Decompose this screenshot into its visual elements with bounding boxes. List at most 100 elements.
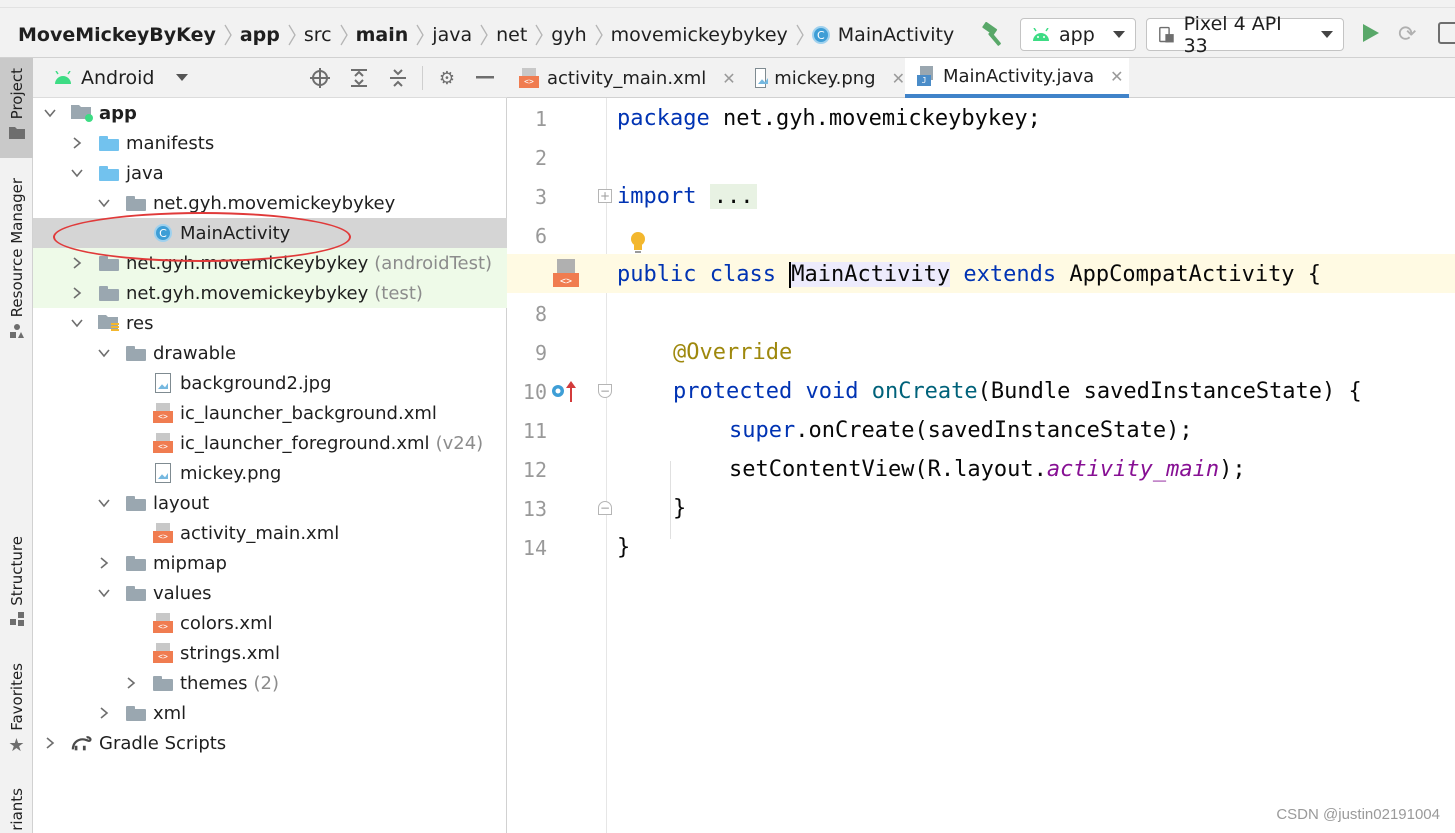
locate-file-icon[interactable] — [308, 66, 332, 90]
toolbar-overflow-icon[interactable] — [1438, 22, 1455, 44]
project-tool-button[interactable]: Project — [0, 58, 33, 158]
tree-item[interactable]: <> ic_launcher_background.xml — [33, 398, 507, 428]
expand-all-icon[interactable] — [347, 66, 371, 90]
chevron-down-icon[interactable] — [70, 166, 84, 180]
tree-item[interactable]: <> colors.xml — [33, 608, 507, 638]
tree-item[interactable]: app — [33, 98, 507, 128]
project-view-label: Android — [81, 66, 155, 89]
chevron-right-icon — [472, 23, 496, 47]
chevron-right-icon[interactable] — [124, 676, 138, 690]
run-configuration-select[interactable]: app — [1020, 18, 1136, 51]
close-icon[interactable]: ✕ — [722, 69, 735, 88]
breadcrumb-item[interactable]: gyh — [551, 24, 586, 46]
tree-item-label: values — [153, 582, 212, 604]
xml-file-icon: <> — [153, 523, 173, 543]
collapse-all-icon[interactable] — [386, 66, 410, 90]
breadcrumb-item[interactable]: MoveMickeyByKey — [18, 24, 216, 46]
tree-item[interactable]: drawable — [33, 338, 507, 368]
editor-tab[interactable]: J MainActivity.java ✕ — [905, 58, 1129, 98]
chevron-right-icon[interactable] — [70, 136, 84, 150]
breadcrumb-item[interactable]: src — [304, 24, 332, 46]
package-folder-icon — [126, 345, 146, 361]
chevron-right-icon[interactable] — [43, 736, 57, 750]
project-view-select[interactable]: Android — [53, 66, 189, 89]
package-folder-icon — [153, 675, 173, 691]
tree-item[interactable]: xml — [33, 698, 507, 728]
structure-tool-button[interactable]: Structure — [0, 536, 33, 636]
image-file-icon — [755, 68, 767, 88]
gear-icon[interactable]: ⚙ — [435, 66, 459, 90]
code-line-13: } — [673, 496, 687, 521]
structure-icon — [9, 611, 24, 626]
package-folder-icon — [126, 555, 146, 571]
editor-tab[interactable]: <> activity_main.xml ✕ — [507, 58, 743, 98]
breadcrumb-item[interactable]: app — [240, 24, 280, 46]
chevron-down-icon[interactable] — [97, 346, 111, 360]
close-icon[interactable]: ✕ — [1110, 67, 1123, 86]
layout-file-icon[interactable]: <> — [551, 259, 581, 289]
close-icon[interactable]: ✕ — [892, 69, 905, 88]
chevron-down-icon[interactable] — [97, 196, 111, 210]
chevron-down-icon[interactable] — [97, 586, 111, 600]
code-area[interactable]: package net.gyh.movemickeybykey; import … — [607, 98, 1455, 833]
tree-item[interactable]: <> activity_main.xml — [33, 518, 507, 548]
device-icon — [1159, 26, 1174, 42]
breadcrumb-item[interactable]: net — [496, 24, 527, 46]
favorites-label: Favorites — [7, 663, 26, 731]
breadcrumb-item[interactable]: movemickeybykey — [611, 24, 788, 46]
tree-item[interactable]: net.gyh.movemickeybykey — [33, 188, 507, 218]
favorites-tool-button[interactable]: Favorites ★ — [0, 663, 33, 763]
tree-item-label: res — [126, 312, 154, 334]
play-icon[interactable] — [1363, 24, 1379, 42]
project-tool-label: Project — [7, 68, 26, 120]
project-panel: Android ⚙ app manifests java net.gyh.movemi… — [33, 58, 507, 833]
image-file-icon — [155, 463, 171, 483]
chevron-right-icon[interactable] — [97, 556, 111, 570]
code-line-14: } — [617, 535, 631, 560]
chevron-right-icon — [280, 23, 304, 47]
toolbar-divider — [422, 66, 423, 90]
tree-item[interactable]: values — [33, 578, 507, 608]
breadcrumb-item[interactable]: java — [432, 24, 472, 46]
breadcrumb-item[interactable]: main — [356, 24, 409, 46]
chevron-down-icon[interactable] — [97, 496, 111, 510]
apply-changes-icon[interactable]: ⟳ — [1398, 22, 1416, 47]
build-variants-tool-button[interactable]: riants — [0, 788, 33, 833]
tree-item[interactable]: java — [33, 158, 507, 188]
tree-item[interactable]: <> ic_launcher_foreground.xml (v24) — [33, 428, 507, 458]
tree-item[interactable]: themes (2) — [33, 668, 507, 698]
tree-item[interactable]: net.gyh.movemickeybykey (test) — [33, 278, 507, 308]
android-icon — [1033, 27, 1049, 41]
chevron-right-icon[interactable] — [70, 256, 84, 270]
tree-item-label: layout — [153, 492, 210, 514]
device-select[interactable]: Pixel 4 API 33 — [1146, 13, 1344, 57]
tree-item[interactable]: layout — [33, 488, 507, 518]
chevron-down-icon[interactable] — [43, 106, 57, 120]
tree-item[interactable]: res — [33, 308, 507, 338]
tree-item[interactable]: mickey.png — [33, 458, 507, 488]
folded-imports[interactable]: ... — [709, 184, 758, 209]
tree-item[interactable]: mipmap — [33, 548, 507, 578]
menu-strip — [0, 0, 1455, 8]
tree-item[interactable]: <> strings.xml — [33, 638, 507, 668]
chevron-right-icon — [408, 23, 432, 47]
tree-item-label: net.gyh.movemickeybykey — [153, 192, 396, 214]
resource-manager-tool-button[interactable]: Resource Manager — [0, 178, 33, 358]
tree-item[interactable]: Gradle Scripts — [33, 728, 507, 758]
line-number: 13 — [522, 496, 547, 521]
chevron-right-icon — [216, 23, 240, 47]
class-icon: C — [811, 26, 830, 44]
hammer-icon[interactable] — [980, 22, 1006, 48]
override-icon[interactable] — [549, 378, 579, 404]
tree-item[interactable]: manifests — [33, 128, 507, 158]
breadcrumb-current-file[interactable]: C MainActivity — [811, 24, 954, 46]
chevron-down-icon[interactable] — [70, 316, 84, 330]
chevron-right-icon[interactable] — [70, 286, 84, 300]
image-file-icon — [155, 373, 171, 393]
hide-panel-icon[interactable] — [473, 66, 497, 90]
chevron-right-icon[interactable] — [97, 706, 111, 720]
xml-file-icon: <> — [153, 613, 173, 633]
editor-tab[interactable]: mickey.png ✕ — [743, 58, 905, 98]
tree-item[interactable]: background2.jpg — [33, 368, 507, 398]
code-line-10: protected void onCreate (Bundle savedInst… — [673, 379, 1362, 404]
